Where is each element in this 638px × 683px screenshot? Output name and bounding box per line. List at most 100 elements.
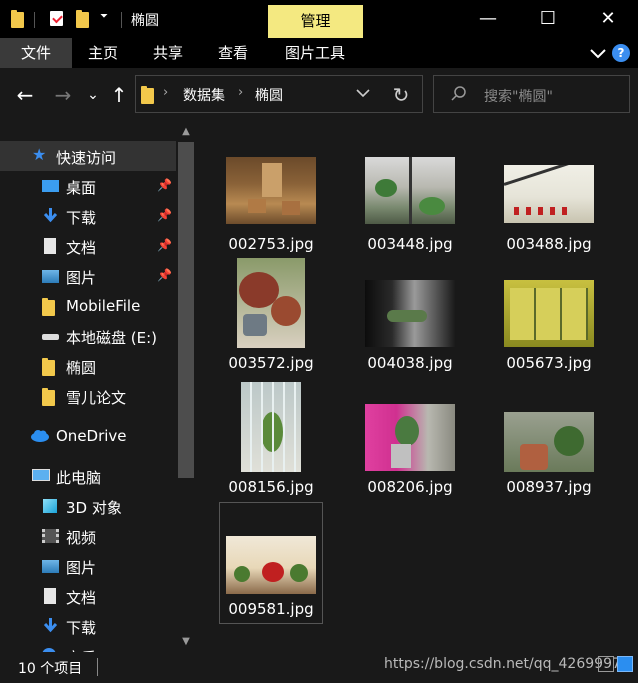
sidebar-item-local-disk-e[interactable]: 本地磁盘 (E:) (0, 321, 176, 351)
tab-file[interactable]: 文件 (0, 38, 72, 68)
file-item[interactable]: 005673.jpg (497, 256, 601, 376)
sidebar-item-downloads[interactable]: 下载 📌 (0, 201, 176, 231)
refresh-button[interactable]: ↻ (388, 80, 414, 110)
image-thumbnail (504, 280, 594, 347)
back-button[interactable]: ← (12, 80, 38, 110)
file-item[interactable]: 008156.jpg (219, 380, 323, 500)
chevron-right-icon: › (238, 85, 244, 100)
new-folder-icon[interactable] (76, 10, 90, 28)
forward-button[interactable]: → (50, 80, 76, 110)
tab-view[interactable]: 查看 (210, 38, 256, 68)
file-name: 003448.jpg (367, 235, 453, 253)
item-count: 10 个项目 (18, 661, 83, 677)
folder-icon (42, 388, 59, 406)
pin-icon[interactable]: 📌 (157, 178, 172, 192)
sidebar-item-label: 图片 (66, 269, 97, 287)
window-title: 椭圆 (131, 13, 159, 29)
sidebar-item-label: 此电脑 (56, 469, 102, 487)
desktop-icon (42, 178, 59, 194)
breadcrumb-current[interactable]: 椭圆 (255, 85, 283, 105)
file-name: 005673.jpg (506, 354, 592, 372)
sidebar-item-label: OneDrive (56, 427, 127, 445)
pin-icon[interactable]: 📌 (157, 208, 172, 222)
computer-icon (32, 468, 50, 484)
sidebar-item-label: 桌面 (66, 179, 97, 197)
sidebar-item-videos[interactable]: 视频 (0, 521, 176, 551)
maximize-button[interactable]: ☐ (518, 0, 578, 38)
file-item[interactable]: 008937.jpg (497, 380, 601, 500)
divider (34, 12, 35, 28)
customize-toolbar-icon[interactable]: ⏷ (100, 11, 108, 22)
sidebar-item-label: 本地磁盘 (E:) (66, 329, 158, 347)
image-thumbnail (365, 157, 455, 224)
up-button[interactable]: ↑ (107, 80, 131, 110)
image-thumbnail (241, 382, 301, 472)
address-dropdown-icon[interactable] (355, 83, 371, 107)
sidebar-item-pictures-pc[interactable]: 图片 (0, 551, 176, 581)
sidebar-item-label: 文档 (66, 589, 97, 607)
download-arrow-icon (42, 208, 59, 224)
watermark-text: https://blog.csdn.net/qq_42699972 (384, 656, 630, 672)
sidebar-item-label: MobileFile (66, 297, 141, 315)
breadcrumb-dataset[interactable]: 数据集 (183, 85, 225, 105)
tab-manage[interactable]: 管理 (268, 5, 363, 38)
expand-ribbon-icon[interactable] (588, 42, 608, 64)
sidebar-item-label: 快速访问 (56, 149, 117, 167)
tab-home[interactable]: 主页 (80, 38, 126, 68)
sidebar-item-this-pc[interactable]: 此电脑 (0, 461, 176, 491)
image-thumbnail (365, 280, 455, 347)
sidebar-item-desktop[interactable]: 桌面 📌 (0, 171, 176, 201)
file-name: 004038.jpg (367, 354, 453, 372)
file-item[interactable]: 004038.jpg (358, 256, 462, 376)
pin-icon[interactable]: 📌 (157, 268, 172, 282)
scrollbar-thumb[interactable] (178, 142, 194, 478)
cube-3d-icon (42, 498, 59, 514)
sidebar-item-onedrive[interactable]: OneDrive (0, 421, 176, 451)
image-thumbnail (504, 412, 594, 472)
details-view-icon[interactable] (598, 656, 614, 672)
tab-share[interactable]: 共享 (145, 38, 191, 68)
sidebar-item-documents-pc[interactable]: 文档 (0, 581, 176, 611)
divider (121, 12, 122, 28)
sidebar-item-label: 雪儿论文 (66, 389, 127, 407)
minimize-button[interactable]: — (458, 0, 518, 38)
folder-icon (42, 298, 59, 316)
star-icon: ★ (32, 145, 47, 164)
cloud-icon (30, 428, 49, 444)
sidebar-item-label: 3D 对象 (66, 499, 122, 517)
help-icon[interactable]: ? (612, 44, 630, 62)
file-item[interactable]: 008206.jpg (358, 380, 462, 500)
document-icon (42, 588, 59, 604)
file-name: 009581.jpg (228, 600, 314, 618)
image-thumbnail (504, 165, 594, 223)
search-icon (450, 85, 468, 107)
sidebar-item-3d-objects[interactable]: 3D 对象 (0, 491, 176, 521)
pin-icon[interactable]: 📌 (157, 238, 172, 252)
file-name: 008937.jpg (506, 478, 592, 496)
close-button[interactable]: ✕ (578, 0, 638, 38)
file-item[interactable]: 003572.jpg (219, 256, 323, 376)
video-icon (42, 528, 59, 544)
file-item[interactable]: 009581.jpg (219, 502, 323, 624)
scroll-up-icon[interactable]: ▲ (178, 124, 194, 140)
properties-icon[interactable] (50, 10, 64, 28)
large-icons-view-icon[interactable] (617, 656, 633, 672)
sidebar-item-mobilefile[interactable]: MobileFile (0, 291, 176, 321)
sidebar-item-quick-access[interactable]: ★ 快速访问 (0, 141, 176, 171)
folder-icon (11, 10, 25, 28)
chevron-right-icon: › (163, 85, 169, 100)
sidebar-item-downloads-pc[interactable]: 下载 (0, 611, 176, 641)
image-thumbnail (226, 536, 316, 594)
sidebar-item-pictures[interactable]: 图片 📌 (0, 261, 176, 291)
file-name: 008206.jpg (367, 478, 453, 496)
sidebar-item-thesis[interactable]: 雪儿论文 (0, 381, 176, 411)
sidebar-item-music[interactable]: 音乐 (0, 641, 176, 652)
sidebar-item-documents[interactable]: 文档 📌 (0, 231, 176, 261)
folder-icon (42, 358, 59, 376)
recent-locations-button[interactable]: ⌄ (84, 80, 102, 110)
tab-picture-tools[interactable]: 图片工具 (276, 38, 354, 68)
file-name: 008156.jpg (228, 478, 314, 496)
sidebar-item-ellipse[interactable]: 椭圆 (0, 351, 176, 381)
scroll-down-icon[interactable]: ▼ (178, 634, 194, 650)
divider (97, 658, 98, 676)
